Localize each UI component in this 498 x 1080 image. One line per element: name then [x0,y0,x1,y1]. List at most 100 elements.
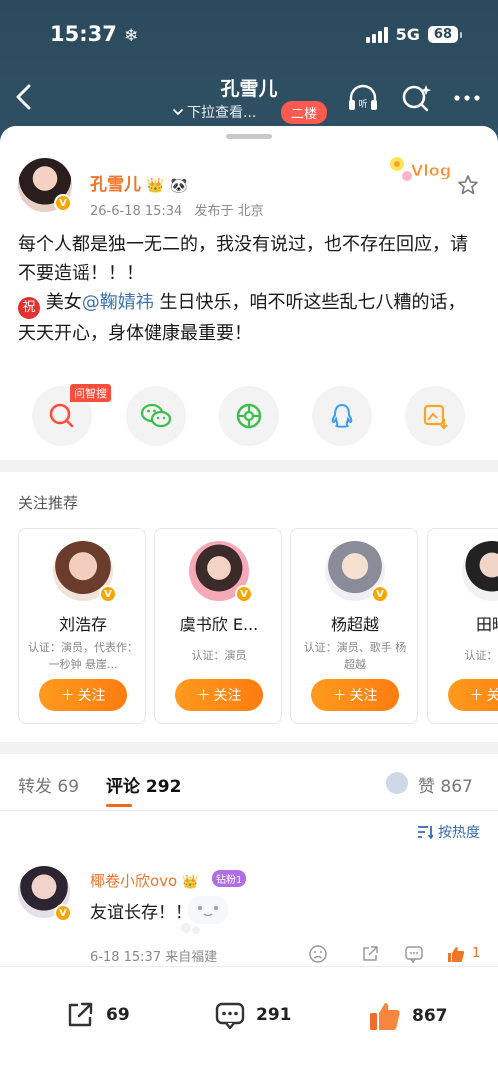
recommend-card[interactable]: 田曦 认证：演员 ＋关注 [427,528,498,724]
follow-button[interactable]: ＋关注 [39,679,127,711]
tab-repost-count: 69 [57,777,80,797]
vlog-label: Vlog [411,161,451,180]
recommend-card[interactable]: V 杨超越 认证：演员、歌手 杨超越 ＋关注 [290,528,418,724]
sticker-icon [181,896,228,934]
mention-link[interactable]: @鞠婧祎 [82,292,154,313]
verified-badge-icon: V [54,904,72,922]
comment-button[interactable]: 291 [214,999,292,1031]
tabs-divider [0,810,498,811]
clock: 15:37 [50,22,117,46]
save-image-button[interactable] [405,386,465,446]
interaction-tabs: 转发 69 评论 292 赞 867 [0,756,498,810]
tab-comment[interactable]: 评论 292 [106,772,181,797]
post-time: 26-6-18 15:34 [90,204,183,219]
follow-button[interactable]: ＋关注 [175,679,263,711]
follow-button[interactable]: ＋关注 [311,679,399,711]
status-indicators: 5G 68 [365,25,463,44]
commenter-name-text: 椰卷小欣ovo [90,872,178,890]
sheet-grabber[interactable] [226,134,272,139]
chevron-down-icon [173,109,183,116]
plus-icon: ＋ [469,688,484,704]
comment-count: 291 [256,1005,292,1025]
recommend-desc: 认证：演员、歌手 杨超越 [303,641,407,671]
snow-icon: ❄ [124,26,139,46]
moments-share-button[interactable] [219,386,279,446]
battery-indicator: 68 [427,26,463,43]
tab-like[interactable]: 赞 867 [418,772,473,797]
recommend-desc: 认证：演员，代表作：一秒钟 悬崖... [28,641,138,671]
comment-share-icon[interactable] [360,944,380,964]
recommend-avatar[interactable] [462,541,498,601]
recommend-desc: 认证：演员 [191,649,247,662]
pull-down-hint[interactable]: 下拉查看... [172,102,256,122]
wechat-share-button[interactable] [126,386,186,446]
repost-icon [68,1002,93,1027]
listen-icon[interactable]: 听 [346,82,380,114]
crown-badge-icon: 👑 [182,875,199,890]
bottom-action-bar: 69 291 867 [0,966,498,1080]
dislike-face-icon[interactable] [308,944,328,964]
favorite-star-icon[interactable] [457,174,479,196]
recommend-card[interactable]: V 刘浩存 认证：演员，代表作：一秒钟 悬崖... ＋关注 [18,528,146,724]
tab-comment-label: 评论 [106,777,140,797]
follow-label: 关注 [486,688,498,704]
follow-label: 关注 [349,688,378,704]
post-body: 每个人都是独一无二的，我没有说过，也不存在回应，请不要造谣！！！ 祝 美女@鞠婧… [18,230,480,348]
like-button[interactable]: 867 [368,999,448,1033]
image-download-icon [423,404,448,430]
follow-button[interactable]: ＋关注 [448,679,498,711]
recommend-title: 关注推荐 [18,494,79,512]
pull-hint-label: 下拉查看... [187,105,257,121]
plus-icon: ＋ [60,688,75,704]
active-tab-indicator [106,804,132,807]
tab-repost-label: 转发 [18,777,52,797]
tab-repost[interactable]: 转发 69 [18,772,79,797]
qq-icon [331,403,353,428]
verified-badge-icon: V [235,585,253,603]
top-header: 15:37 ❄ 5G 68 孔雪儿 下拉查看... 二楼 听 [0,0,498,140]
vlog-sticker-icon: Vlog [390,157,452,181]
recommend-name: 虞书欣 E... [179,615,259,634]
comment-reply-icon[interactable] [404,944,424,964]
author-name-text: 孔雪儿 [90,175,141,195]
recommend-card[interactable]: V 虞书欣 E... 认证：演员 ＋关注 [154,528,282,724]
commenter-name[interactable]: 椰卷小欣ovo 👑 [90,870,198,891]
author-name[interactable]: 孔雪儿 👑 🐼 [90,170,188,195]
follow-label: 关注 [77,688,106,704]
post-meta: 26-6-18 15:34 发布于 北京 [90,200,264,219]
post-line-2a: 美女 [45,292,82,313]
qq-share-button[interactable] [312,386,372,446]
verified-badge-icon: V [371,585,389,603]
second-floor-badge[interactable]: 二楼 [281,101,328,124]
verified-badge-icon: V [99,585,117,603]
signal-icon [365,26,388,43]
celebrate-icon: 祝 [18,297,40,319]
sort-icon [418,826,433,839]
search-red-icon [49,403,74,428]
tab-like-count: 867 [440,777,473,797]
recommend-name: 田曦 [475,615,498,634]
section-divider [0,742,498,754]
sort-label: 按热度 [438,825,480,841]
smart-search-tag: 问智搜 [70,384,111,402]
comment-meta: 6-18 15:37 来自福建 [90,950,218,965]
follow-label: 关注 [213,688,242,704]
liker-avatar [386,772,408,794]
more-icon[interactable] [450,82,484,114]
post-location: 发布于 北京 [194,204,264,219]
sort-toggle[interactable]: 按热度 [417,822,480,842]
comment-like-count: 1 [472,946,481,961]
repost-button[interactable]: 69 [64,999,130,1031]
smart-search-icon[interactable] [400,82,434,114]
tab-comment-count: 292 [145,777,182,797]
moments-icon [236,403,262,429]
recommend-name: 刘浩存 [58,615,107,634]
crown-badge-icon: 👑 [146,178,165,194]
recommend-name: 杨超越 [330,615,379,634]
status-time: 15:37 ❄ [50,22,138,46]
svg-text:听: 听 [358,99,367,110]
plus-icon: ＋ [196,688,211,704]
network-type: 5G [395,25,420,44]
recommend-desc: 认证：演员 [464,649,498,662]
comment-like-icon[interactable] [446,944,466,964]
